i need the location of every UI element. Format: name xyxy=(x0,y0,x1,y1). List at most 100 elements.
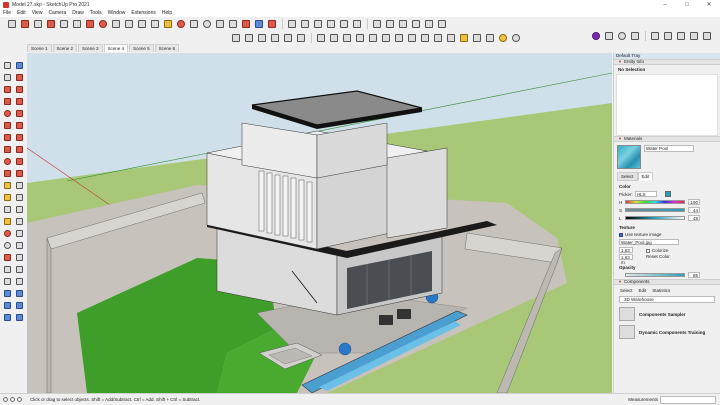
colorize-checkbox[interactable] xyxy=(646,248,650,253)
lightness-value[interactable]: 48 xyxy=(688,215,700,221)
plugin-e-icon[interactable] xyxy=(701,31,712,42)
circle-icon[interactable] xyxy=(2,108,12,118)
plugin-a-icon[interactable] xyxy=(649,31,660,42)
opacity-slider[interactable] xyxy=(625,273,685,277)
reset-color-button[interactable]: Reset Color xyxy=(641,254,674,259)
rectangle-icon[interactable] xyxy=(2,96,12,106)
zoom-left-icon[interactable] xyxy=(2,240,12,250)
scale-icon[interactable] xyxy=(2,168,12,178)
component-item[interactable]: Dynamic Components Training xyxy=(614,323,720,341)
tape-measure-icon[interactable] xyxy=(136,19,147,30)
arc-tool-icon[interactable] xyxy=(45,19,56,30)
freehand-icon[interactable] xyxy=(14,84,24,94)
protractor-left-icon[interactable] xyxy=(2,192,12,202)
extension-manager-icon[interactable] xyxy=(266,19,277,30)
plugin-c-icon[interactable] xyxy=(675,31,686,42)
move-icon[interactable] xyxy=(2,144,12,154)
outer-shell-icon[interactable] xyxy=(341,33,352,44)
tab-components-edit[interactable]: Edit xyxy=(636,287,650,294)
wireframe-icon[interactable] xyxy=(384,19,395,30)
tab-edit[interactable]: Edit xyxy=(637,172,654,181)
maximize-icon[interactable]: □ xyxy=(676,0,698,9)
warehouse-icon[interactable] xyxy=(227,19,238,30)
rotate-tool-icon[interactable] xyxy=(97,19,108,30)
scene-tab-3[interactable]: Scene 3 xyxy=(78,44,103,52)
render-icon[interactable] xyxy=(629,31,640,42)
hidden-line-icon[interactable] xyxy=(397,19,408,30)
extension-warehouse-icon[interactable] xyxy=(240,19,251,30)
tape-icon[interactable] xyxy=(2,180,12,190)
zoom-window-icon[interactable] xyxy=(14,240,24,250)
saturation-value[interactable]: 44 xyxy=(688,207,700,213)
orbit-left-icon[interactable] xyxy=(2,228,12,238)
menu-edit[interactable]: Edit xyxy=(17,10,26,16)
paint-bucket-icon[interactable] xyxy=(162,19,173,30)
previous-view-icon[interactable] xyxy=(14,252,24,262)
3d-text-icon[interactable] xyxy=(406,33,417,44)
solid-intersect-icon[interactable] xyxy=(269,33,280,44)
push-pull-left-icon[interactable] xyxy=(14,144,24,154)
solid-trim-icon[interactable] xyxy=(282,33,293,44)
iso-view-icon[interactable] xyxy=(286,19,297,30)
trimble-connect-icon[interactable] xyxy=(590,31,601,42)
drape-icon[interactable] xyxy=(14,300,24,310)
make-component-icon[interactable] xyxy=(2,72,12,82)
geo-status-icon[interactable] xyxy=(3,397,8,402)
play-icon[interactable] xyxy=(603,31,614,42)
select-icon[interactable] xyxy=(2,60,12,70)
three-point-arc-icon[interactable] xyxy=(2,132,12,142)
axes-icon[interactable] xyxy=(393,33,404,44)
pan-tool-icon[interactable] xyxy=(188,19,199,30)
position-camera-icon[interactable] xyxy=(432,33,443,44)
material-swatch[interactable] xyxy=(617,145,641,169)
walk-left-icon[interactable] xyxy=(14,264,24,274)
move-tool-icon[interactable] xyxy=(84,19,95,30)
zoom-tool-icon[interactable] xyxy=(201,19,212,30)
tab-components-select[interactable]: Select xyxy=(617,287,636,294)
hue-slider[interactable] xyxy=(625,200,685,204)
position-camera-left-icon[interactable] xyxy=(2,264,12,274)
solid-union-icon[interactable] xyxy=(243,33,254,44)
saturation-slider[interactable] xyxy=(625,208,685,212)
menu-camera[interactable]: Camera xyxy=(48,10,66,16)
plugin-d-icon[interactable] xyxy=(688,31,699,42)
use-texture-checkbox[interactable] xyxy=(619,232,623,237)
solid-split-icon[interactable] xyxy=(295,33,306,44)
rotate-icon[interactable] xyxy=(2,156,12,166)
left-view-icon[interactable] xyxy=(351,19,362,30)
record-icon[interactable] xyxy=(616,31,627,42)
polygon-icon[interactable] xyxy=(14,108,24,118)
shaded-textures-icon[interactable] xyxy=(423,19,434,30)
plugin-b-icon[interactable] xyxy=(662,31,673,42)
geo-location-icon[interactable] xyxy=(484,33,495,44)
look-around-icon[interactable] xyxy=(445,33,456,44)
components-search-input[interactable]: 3D Warehouse xyxy=(619,296,715,303)
zoom-extents-icon[interactable] xyxy=(214,19,225,30)
walk-icon[interactable] xyxy=(419,33,430,44)
select-tool-icon[interactable] xyxy=(6,19,17,30)
front-view-icon[interactable] xyxy=(312,19,323,30)
offset-tool-icon[interactable] xyxy=(123,19,134,30)
sun-icon[interactable] xyxy=(497,33,508,44)
stamp-icon[interactable] xyxy=(2,300,12,310)
solid-subtract-icon[interactable] xyxy=(256,33,267,44)
opacity-value[interactable]: 85 xyxy=(688,272,700,278)
menu-view[interactable]: View xyxy=(32,10,43,16)
3d-text-left-icon[interactable] xyxy=(14,204,24,214)
section-plane-left-icon[interactable] xyxy=(14,276,24,286)
scene-tab-6[interactable]: Scene 6 xyxy=(154,44,180,52)
credits-icon[interactable] xyxy=(10,397,15,402)
top-view-icon[interactable] xyxy=(299,19,310,30)
text-tool-icon[interactable] xyxy=(149,19,160,30)
section-plane-icon[interactable] xyxy=(354,33,365,44)
hue-value[interactable]: 190 xyxy=(688,199,700,205)
material-name-field[interactable]: Water Pool xyxy=(644,145,694,152)
pie-icon[interactable] xyxy=(14,132,24,142)
texture-width-field[interactable]: 1,63 m xyxy=(619,247,633,258)
sandbox-icon[interactable] xyxy=(230,33,241,44)
component-item[interactable]: Components Sampler xyxy=(614,305,720,323)
xray-icon[interactable] xyxy=(371,19,382,30)
intersect-faces-icon[interactable] xyxy=(328,33,339,44)
tab-components-statistics[interactable]: Statistics xyxy=(649,287,673,294)
rotated-rect-icon[interactable] xyxy=(14,96,24,106)
